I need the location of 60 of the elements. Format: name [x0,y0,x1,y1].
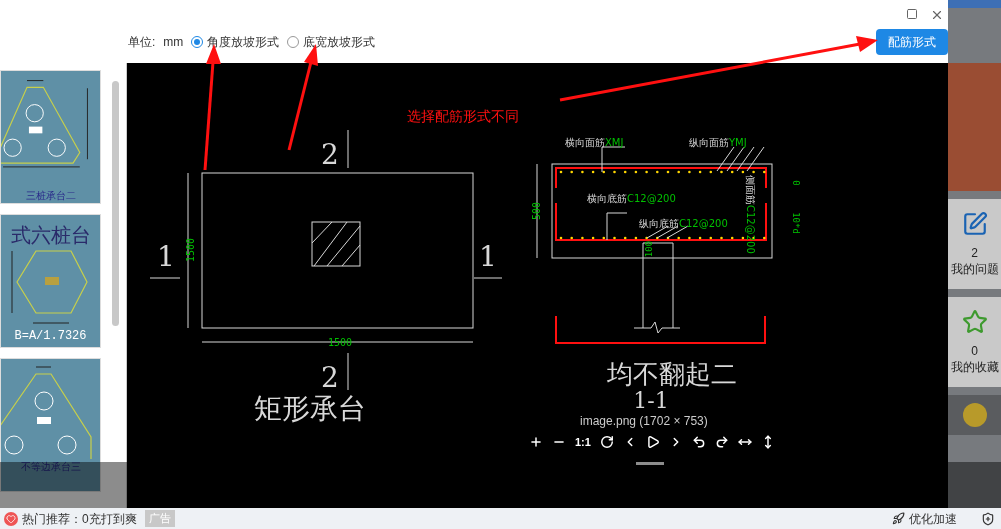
zoom-in-icon[interactable] [529,435,543,450]
unit-value: mm [163,34,184,51]
maximize-icon[interactable] [906,8,918,20]
redo-icon[interactable] [714,435,729,450]
sidebar-count: 2 [971,245,978,261]
rebar-form-button[interactable]: 配筋形式 [876,29,948,55]
sidebar-card[interactable]: 0 我的收藏 [948,297,1001,387]
leader-line [716,146,765,172]
leader-line [606,212,628,241]
dimension-text: 1500 [327,337,353,348]
header-strip [948,0,1001,8]
column-hatch [311,221,361,267]
section-line [347,352,349,391]
dimension-text: 100 [644,240,654,258]
unit-label: 单位: [128,34,156,51]
drawing-title: 矩形承台 [254,392,366,425]
speed-up-link[interactable]: 优化加速 [909,509,957,528]
section-mark: 1 [479,240,497,273]
star-icon [961,309,988,335]
dimension-text: 500 [531,201,542,221]
rebar-label: 纵向面筋YMJ [689,137,747,148]
thumbnail-card[interactable]: 式六桩台 B=A/1.7326 [0,214,101,348]
edit-note-icon [961,211,988,237]
rocket-icon [892,512,905,525]
drawing-title: 均不翻起二 [607,359,737,389]
rebar-label: 侧面筋C12@200 [745,175,756,254]
rebar-label: 横向面筋XMJ [565,137,624,148]
dimension-text: 0 [791,180,801,186]
undo-icon[interactable] [691,435,706,450]
heart-icon [4,511,18,526]
leader-line [601,146,626,173]
sidebar-card[interactable]: 2 我的问题 [948,199,1001,289]
shield-icon[interactable] [981,511,995,526]
section-mark: 1 [157,240,175,273]
section-mark: 2 [321,361,339,394]
image-caption: image.png (1702 × 753) [580,413,708,430]
radio-option[interactable]: 角度放坡形式 [191,33,280,51]
sidebar-count: 0 [971,343,978,359]
radio-option[interactable]: 底宽放坡形式 [287,33,376,51]
actual-size-button[interactable]: 1:1 [575,434,591,451]
section-mark: 2 [321,138,339,171]
close-icon[interactable] [930,8,944,22]
hot-recommend-text[interactable]: 热门推荐：0充打到爽 [22,509,137,528]
dimension-text: 10*d [791,212,801,234]
section-line [347,129,349,169]
annotation-text: 选择配筋形式不同 [407,108,519,124]
rebar-label: 纵向底筋C12@200 [639,218,728,229]
rebar-label: 横向底筋C12@200 [587,193,676,204]
medals-drawing [948,395,1001,435]
sidebar-label: 我的收藏 [950,359,999,375]
thumbnail-formula: B=A/1.7326 [14,328,87,345]
section-line [473,277,503,279]
sidebar-label: 我的问题 [950,261,999,277]
dimension-text: 1500 [185,237,196,263]
scrollbar-thumb[interactable] [112,81,119,326]
rotate-icon[interactable] [599,435,614,450]
thumbnail-title: 式六桩台 [10,223,91,247]
drawing-subtitle: 1-1 [633,388,669,413]
section-line [149,277,181,279]
play-icon[interactable] [645,435,660,450]
